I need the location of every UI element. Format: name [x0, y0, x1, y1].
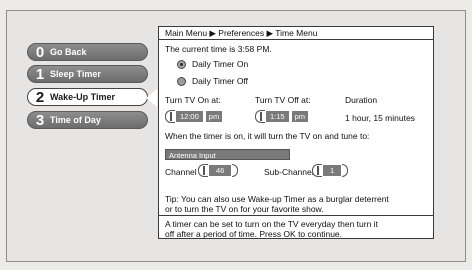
- menu-label: Sleep Timer: [50, 69, 101, 79]
- spinner-end-icon: [232, 164, 239, 177]
- radio-unselected-icon: [177, 77, 186, 87]
- menu-go-back-button[interactable]: 0 Go Back: [27, 43, 148, 61]
- menu-label: Time of Day: [50, 115, 101, 125]
- menu-number: 0: [35, 43, 45, 61]
- radio-label: Daily Timer Off: [192, 76, 249, 86]
- spinner-handle-icon: [255, 110, 265, 123]
- menu-wake-up-timer-button[interactable]: 2 Wake-Up Timer: [27, 88, 148, 106]
- menu-number: 2: [35, 88, 45, 106]
- menu-time-of-day-button[interactable]: 3 Time of Day: [27, 111, 148, 129]
- menu-sleep-timer-button[interactable]: 1 Sleep Timer: [27, 65, 148, 83]
- channel-label: Channel: [165, 167, 197, 177]
- channel-spinner[interactable]: 46: [198, 164, 239, 177]
- wake-up-timer-panel: Main Menu ▶ Preferences ▶ Time Menu The …: [158, 26, 434, 239]
- turn-off-label: Turn TV Off at:: [255, 95, 311, 105]
- radio-label: Daily Timer On: [192, 59, 249, 69]
- off-ampm-value[interactable]: pm: [291, 111, 309, 122]
- menu-number: 3: [35, 111, 45, 129]
- tip-line-2: or to turn the TV on for your favorite s…: [165, 204, 324, 214]
- help-line-1: A timer can be set to turn on the TV eve…: [165, 219, 378, 229]
- input-source-select[interactable]: Antenna Input: [165, 149, 290, 160]
- turn-off-time-spinner[interactable]: 1:15 pm: [255, 110, 309, 123]
- breadcrumb: Main Menu ▶ Preferences ▶ Time Menu: [159, 27, 433, 40]
- on-ampm-value[interactable]: pm: [205, 111, 223, 122]
- on-time-value: 12:00: [176, 111, 203, 122]
- spinner-handle-icon: [312, 164, 322, 177]
- spinner-handle-icon: [165, 110, 175, 123]
- subchannel-label: Sub-Channel: [264, 167, 314, 177]
- off-time-value: 1:15: [266, 111, 289, 122]
- menu-number: 1: [35, 65, 45, 83]
- daily-timer-off-radio[interactable]: Daily Timer Off: [177, 76, 249, 87]
- menu-label: Wake-Up Timer: [50, 92, 116, 102]
- daily-timer-on-radio[interactable]: Daily Timer On: [177, 59, 249, 70]
- duration-value: 1 hour, 15 minutes: [345, 113, 415, 123]
- channel-value: 46: [209, 165, 232, 176]
- radio-selected-icon: [177, 60, 186, 70]
- current-time-text: The current time is 3:58 PM.: [165, 44, 272, 54]
- duration-label: Duration: [345, 95, 378, 105]
- divider: [159, 215, 433, 216]
- tip-line-1: Tip: You can also use Wake-up Timer as a…: [165, 194, 389, 204]
- spinner-handle-icon: [198, 164, 208, 177]
- turn-on-time-spinner[interactable]: 12:00 pm: [165, 110, 223, 123]
- tune-description: When the timer is on, it will turn the T…: [165, 131, 370, 141]
- spinner-end-icon: [342, 164, 349, 177]
- turn-on-label: Turn TV On at:: [165, 95, 221, 105]
- selection-pointer-icon: [146, 89, 157, 107]
- subchannel-value: 1: [323, 165, 342, 176]
- subchannel-spinner[interactable]: 1: [312, 164, 349, 177]
- menu-label: Go Back: [50, 47, 87, 57]
- help-line-2: off after a period of time. Press OK to …: [165, 229, 343, 239]
